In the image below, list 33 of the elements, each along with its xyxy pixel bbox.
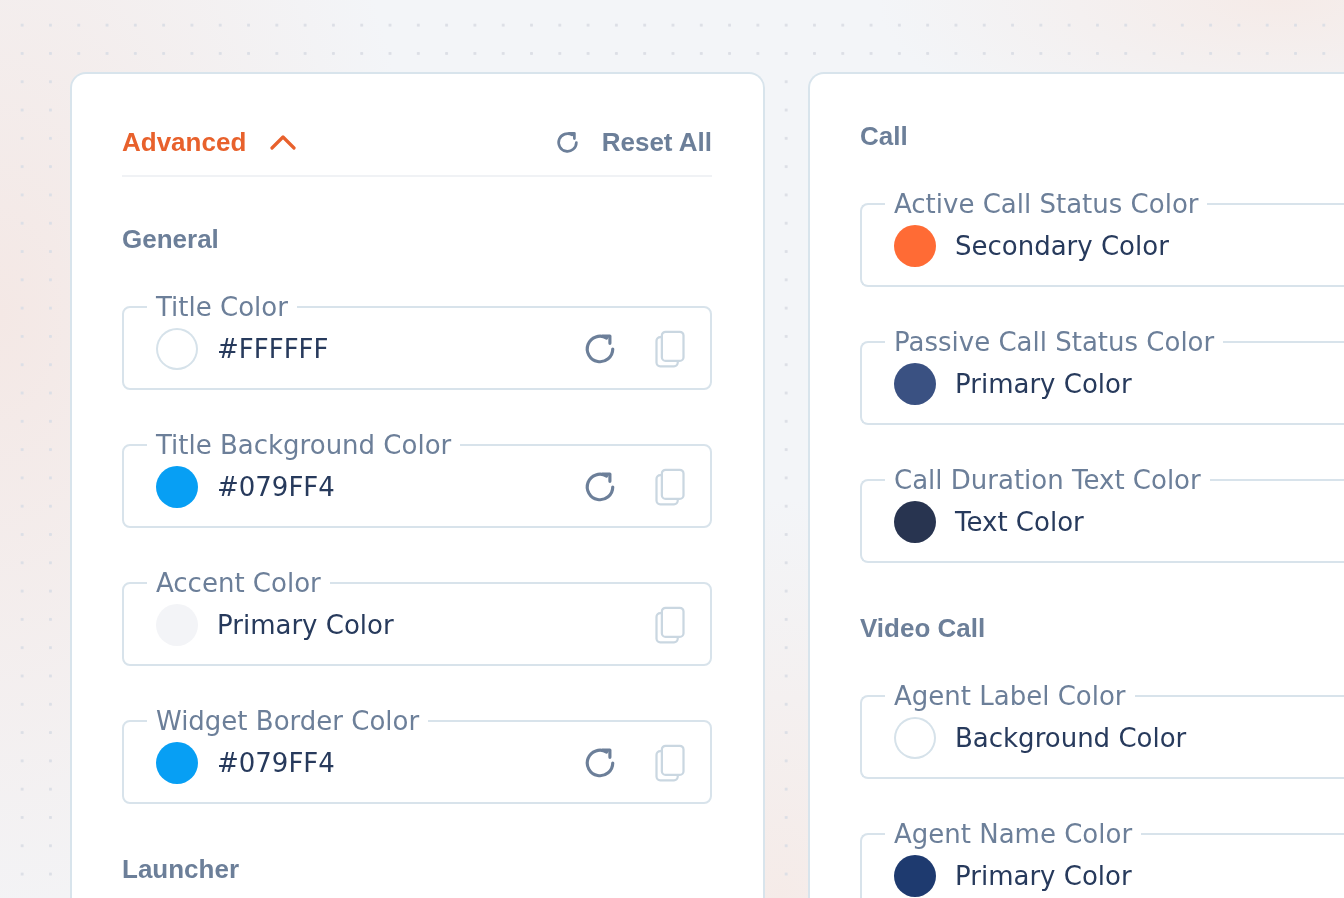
field-value: Primary Color <box>217 610 394 640</box>
copy-icon <box>655 606 685 644</box>
field-value: Secondary Color <box>955 231 1169 261</box>
copy-button[interactable] <box>655 468 685 506</box>
field-label: Widget Border Color <box>155 706 421 736</box>
field-value: Primary Color <box>955 861 1132 891</box>
field-value: Primary Color <box>955 369 1132 399</box>
section-title: Call <box>860 121 908 151</box>
field-value: Text Color <box>955 507 1084 537</box>
field-label: Accent Color <box>155 568 322 598</box>
section-title: Video Call <box>860 613 986 643</box>
field-label: Active Call Status Color <box>893 189 1200 219</box>
field-label: Call Duration Text Color <box>893 465 1202 495</box>
field-label: Title Color <box>155 292 289 322</box>
chevron-up-icon <box>270 134 297 150</box>
field-label: Passive Call Status Color <box>893 327 1216 357</box>
field-label: Title Background Color <box>155 430 453 460</box>
reset-all-button[interactable]: Reset All <box>554 127 712 157</box>
field-value: Background Color <box>955 723 1187 753</box>
field-value: #079FF4 <box>217 748 335 778</box>
field-label: Agent Name Color <box>893 819 1134 849</box>
section-title: General <box>122 224 219 254</box>
copy-button[interactable] <box>655 606 685 644</box>
copy-button[interactable] <box>655 330 685 368</box>
copy-icon <box>655 330 685 368</box>
section-title: Launcher <box>122 854 240 884</box>
field-value: #079FF4 <box>217 472 335 502</box>
field-value: #FFFFFF <box>217 334 329 364</box>
copy-button[interactable] <box>655 744 685 782</box>
copy-icon <box>655 468 685 506</box>
refresh-icon <box>554 129 580 155</box>
copy-icon <box>655 744 685 782</box>
field-label: Agent Label Color <box>893 681 1127 711</box>
